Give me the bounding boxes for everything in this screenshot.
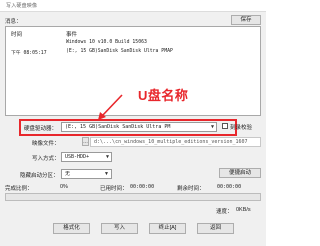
elapsed-value: 00:00:00 xyxy=(130,184,155,190)
elapsed-label: 已用时间： xyxy=(100,186,128,192)
hidden-partition-select[interactable]: 无 ▼ xyxy=(61,169,112,179)
write-button[interactable]: 写入 xyxy=(101,223,138,234)
browse-button[interactable]: … xyxy=(82,137,89,146)
quick-boot-button[interactable]: 便捷启动 xyxy=(219,168,261,178)
progress-bar xyxy=(5,193,261,201)
message-label: 消息： xyxy=(5,19,22,25)
drive-select[interactable]: (E:, 15 GB)SanDisk SanDisk Ultra PM ▼ xyxy=(61,122,217,132)
log-row-event: Windows 10 v10.0 Build 15063 xyxy=(66,40,147,45)
image-file-label: 映像文件： xyxy=(32,141,60,147)
log-row-time: 下午 08:05:17 xyxy=(11,51,47,56)
drive-select-value: (E:, 15 GB)SanDisk SanDisk Ultra PM xyxy=(65,124,171,130)
write-mode-select[interactable]: USB-HDD+ ▼ xyxy=(61,152,112,162)
window-title: 写入硬盘映像 xyxy=(6,3,38,9)
abort-button[interactable]: 终止[A] xyxy=(149,223,186,234)
remaining-value: 00:00:00 xyxy=(217,184,242,190)
chevron-down-icon: ▼ xyxy=(210,124,214,130)
speed-value: 0KB/s xyxy=(236,207,251,213)
drive-label: 硬盘驱动器： xyxy=(24,126,58,132)
write-mode-value: USB-HDD+ xyxy=(65,154,90,160)
verify-checkbox[interactable] xyxy=(222,123,228,129)
hidden-partition-label: 隐藏启动分区： xyxy=(20,173,59,179)
log-header-time: 时间 xyxy=(11,32,23,38)
log-header-event: 事件 xyxy=(66,32,78,38)
hidden-partition-value: 无 xyxy=(65,171,71,177)
image-file-field[interactable]: d:\...\cn_windows_10_multiple_editions_v… xyxy=(90,137,261,147)
back-button[interactable]: 返回 xyxy=(197,223,234,234)
message-log[interactable]: 时间 事件 Windows 10 v10.0 Build 15063 下午 08… xyxy=(5,26,261,116)
save-button[interactable]: 保存 xyxy=(231,15,261,25)
image-file-value: d:\...\cn_windows_10_multiple_editions_v… xyxy=(94,139,248,145)
log-row-event: (E:, 15 GB)SanDisk SanDisk Ultra PMAP xyxy=(66,49,173,54)
chevron-down-icon: ▼ xyxy=(105,154,109,160)
annotation-text: U盘名称 xyxy=(138,88,189,103)
completed-label: 完成比例： xyxy=(5,186,33,192)
verify-label: 刻录校验 xyxy=(230,125,253,131)
write-disk-image-window: 写入硬盘映像 消息： 保存 时间 事件 Windows 10 v10.0 Bui… xyxy=(0,0,266,246)
completed-value: 0% xyxy=(60,184,68,190)
format-button[interactable]: 格式化 xyxy=(53,223,90,234)
remaining-label: 剩余时间： xyxy=(177,186,205,192)
title-bar: 写入硬盘映像 xyxy=(0,0,266,12)
chevron-down-icon: ▼ xyxy=(104,171,109,177)
write-mode-label: 写入方式： xyxy=(32,156,60,162)
speed-label: 速度： xyxy=(216,209,233,215)
